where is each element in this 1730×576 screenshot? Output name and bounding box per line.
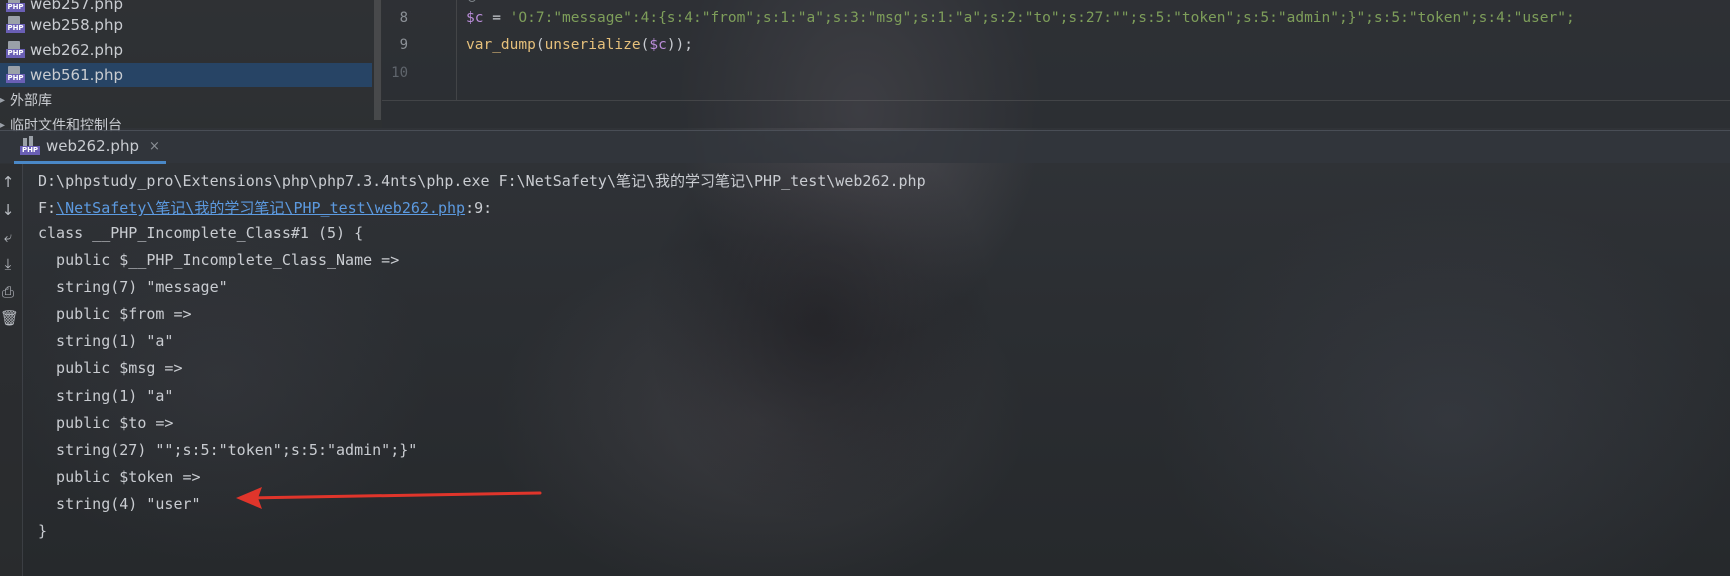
code-token-string: 'O:7:"message":4:{s:4:"from";s:1:"a";s:3… — [509, 10, 1575, 26]
console-location-line: F:\NetSafety\笔记\我的学习笔记\PHP_test\web262.p… — [38, 197, 492, 218]
project-tree-pane: PHP web257.php PHP web258.php PHP web262… — [0, 0, 382, 134]
php-run-icon: PHP — [20, 136, 42, 156]
php-file-icon: PHP — [6, 0, 26, 13]
code-editor[interactable]: 8 9 10 $c = 'O:7:"message":4:{s:4:"from"… — [382, 0, 1730, 128]
file-item-web262[interactable]: PHP web262.php — [0, 38, 372, 62]
code-token-variable: $c — [466, 10, 484, 26]
tab-web262[interactable]: PHP web262.php × — [14, 131, 166, 164]
print-icon[interactable]: ⎙ — [0, 284, 16, 300]
code-token-function: var_dump — [466, 37, 536, 53]
soft-wrap-icon[interactable]: ⤶ — [0, 229, 16, 245]
file-name: web561.php — [30, 66, 123, 84]
console-output-line: string(1) "a" — [38, 387, 174, 405]
file-item-web258[interactable]: PHP web258.php — [0, 13, 372, 37]
console-output-line: string(27) "";s:5:"token";s:5:"admin";}" — [38, 441, 418, 459]
chevron-right-icon: ▸ — [0, 119, 6, 131]
source-file-link[interactable]: \NetSafety\笔记\我的学习笔记\PHP_test\web262.php — [56, 199, 465, 217]
code-token-variable: $c — [649, 37, 667, 53]
tree-node-external-libraries[interactable]: ▸ 外部库 — [0, 89, 52, 111]
trash-icon[interactable]: 🗑 — [0, 310, 19, 326]
line-number: 8 — [399, 10, 408, 26]
php-file-icon: PHP — [6, 16, 26, 34]
file-name: web258.php — [30, 16, 123, 34]
console-command-line: D:\phpstudy_pro\Extensions\php\php7.3.4n… — [38, 172, 926, 190]
close-icon[interactable]: × — [149, 139, 160, 154]
console-output-line: public $token => — [38, 468, 201, 486]
file-name: web262.php — [30, 41, 123, 59]
php-file-icon: PHP — [6, 66, 26, 84]
fold-marker-icon[interactable] — [468, 0, 476, 2]
editor-bottom-border — [382, 100, 1730, 101]
run-tab-bar: PHP web262.php × — [0, 130, 1730, 164]
run-toolbar: ↑ ↓ ⤶ ⤓ ⎙ 🗑 — [0, 164, 22, 576]
location-prefix: F: — [38, 199, 57, 217]
scroll-to-end-icon[interactable]: ⤓ — [0, 256, 16, 272]
console-output-line: string(4) "user" — [38, 495, 201, 513]
chevron-right-icon: ▸ — [0, 94, 6, 106]
file-item-web561[interactable]: PHP web561.php — [0, 63, 372, 87]
console-output-line: public $__PHP_Incomplete_Class_Name => — [38, 251, 400, 269]
console-output-line: string(1) "a" — [38, 332, 174, 350]
console-divider — [22, 164, 23, 576]
console-output-line: public $msg => — [38, 359, 183, 377]
code-token-paren: ( — [535, 37, 545, 53]
arrow-up-icon[interactable]: ↑ — [0, 174, 16, 190]
tree-node-label: 外部库 — [10, 93, 52, 109]
code-token-paren: )); — [666, 37, 694, 53]
php-file-icon: PHP — [6, 41, 26, 59]
code-line-9[interactable]: var_dump(unserialize($c)); — [466, 37, 693, 53]
line-number: 9 — [399, 37, 408, 53]
console-output-line: public $from => — [38, 305, 192, 323]
code-token-operator: = — [483, 10, 510, 26]
console-output-line: class __PHP_Incomplete_Class#1 (5) { — [38, 224, 364, 242]
arrow-down-icon[interactable]: ↓ — [0, 202, 16, 218]
console-output-line: } — [38, 522, 48, 540]
location-suffix: :9: — [465, 199, 493, 217]
console-output-line: string(7) "message" — [38, 278, 228, 296]
console-output-line: public $to => — [38, 414, 174, 432]
tab-label: web262.php — [46, 137, 139, 155]
code-line-8[interactable]: $c = 'O:7:"message":4:{s:4:"from";s:1:"a… — [466, 10, 1575, 26]
gutter-divider — [456, 0, 457, 100]
file-name: web257.php — [30, 0, 123, 13]
line-number: 10 — [391, 65, 408, 81]
code-token-function: unserialize — [544, 37, 641, 53]
project-tree-scrollbar[interactable] — [374, 0, 381, 120]
